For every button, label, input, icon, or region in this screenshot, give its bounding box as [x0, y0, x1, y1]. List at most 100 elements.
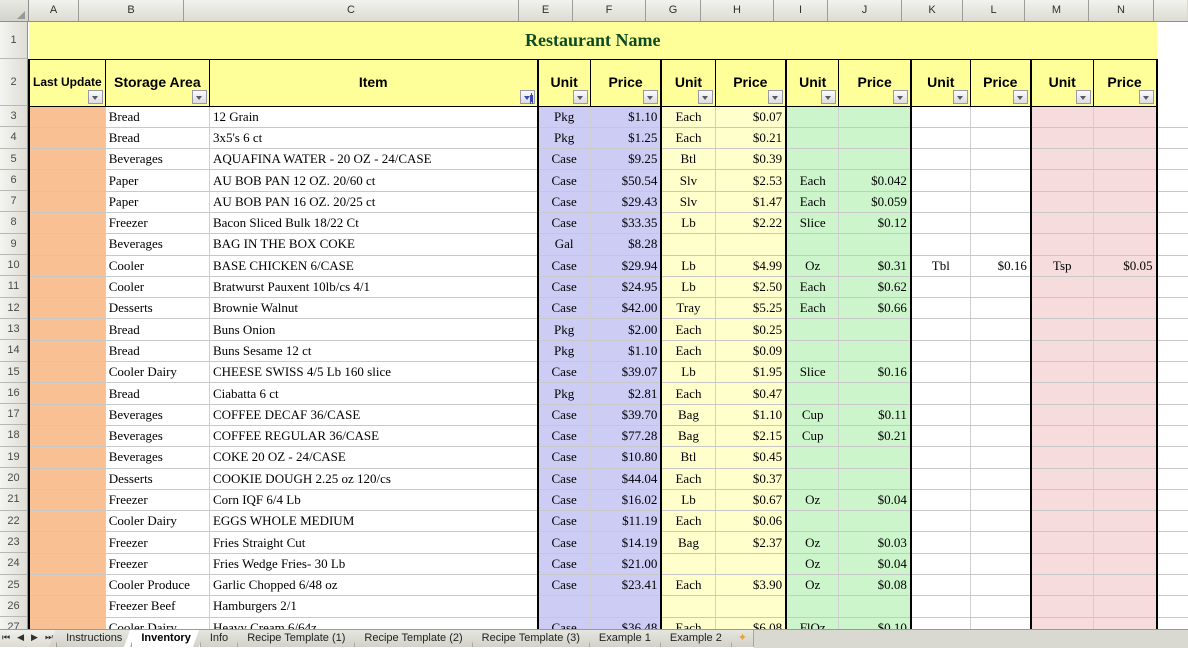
- cell-u2-row-21[interactable]: Lb: [660, 489, 716, 512]
- cell-p4-row-16[interactable]: [970, 382, 1032, 405]
- cell-u5-row-25[interactable]: [1029, 574, 1094, 597]
- row-header-21[interactable]: 21: [0, 489, 27, 511]
- filter-button-last-update[interactable]: [87, 89, 103, 104]
- column-header-N[interactable]: N: [1089, 0, 1154, 21]
- cell-item-row-9[interactable]: BAG IN THE BOX COKE: [209, 233, 539, 256]
- cell-p5-row-3[interactable]: [1093, 106, 1158, 128]
- cell-u1-row-19[interactable]: Case: [536, 446, 591, 469]
- cell-u4-row-11[interactable]: [909, 276, 971, 299]
- column-header-E[interactable]: E: [519, 0, 573, 21]
- cell-u2-row-8[interactable]: Lb: [660, 212, 716, 235]
- cell-u4-row-26[interactable]: [909, 595, 971, 618]
- cell-u2-row-26[interactable]: [660, 595, 716, 618]
- cell-u5-row-10[interactable]: Tsp: [1029, 255, 1094, 277]
- cell-u5-row-4[interactable]: [1029, 127, 1094, 150]
- cell-p1-row-5[interactable]: $9.25: [590, 148, 663, 171]
- select-all-corner[interactable]: [0, 0, 29, 21]
- cell-p1-row-14[interactable]: $1.10: [590, 340, 663, 363]
- cell-item-row-21[interactable]: Corn IQF 6/4 Lb: [209, 489, 539, 512]
- cell-u5-row-6[interactable]: [1029, 169, 1094, 192]
- cell-p2-row-24[interactable]: [715, 553, 788, 576]
- cell-p4-row-25[interactable]: [970, 574, 1032, 597]
- cell-u2-row-22[interactable]: Each: [660, 510, 716, 533]
- cell-u2-row-13[interactable]: Each: [660, 318, 716, 341]
- cell-item-row-18[interactable]: COFFEE REGULAR 36/CASE: [209, 425, 539, 448]
- cell-area-row-17[interactable]: Beverages: [105, 404, 210, 426]
- row-header-23[interactable]: 23: [0, 531, 27, 554]
- new-sheet-tab[interactable]: ✦: [731, 630, 755, 647]
- cell-p4-row-20[interactable]: [970, 468, 1032, 490]
- cell-p5-row-8[interactable]: [1093, 212, 1158, 235]
- row-header-25[interactable]: 25: [0, 574, 27, 596]
- row-header-16[interactable]: 16: [0, 382, 27, 405]
- cell-area-row-4[interactable]: Bread: [105, 127, 210, 150]
- cell-area-row-7[interactable]: Paper: [105, 191, 210, 213]
- cell-last-update-row-4[interactable]: [27, 127, 106, 150]
- cell-area-row-20[interactable]: Desserts: [105, 468, 210, 490]
- cell-p1-row-21[interactable]: $16.02: [590, 489, 663, 512]
- cell-p2-row-14[interactable]: $0.09: [715, 340, 788, 363]
- cell-u3-row-9[interactable]: [785, 233, 840, 256]
- cell-p3-row-15[interactable]: $0.16: [838, 361, 912, 384]
- cell-u2-row-19[interactable]: Btl: [660, 446, 716, 469]
- cell-p3-row-8[interactable]: $0.12: [838, 212, 912, 235]
- cell-p2-row-20[interactable]: $0.37: [715, 468, 788, 490]
- filter-button-unit-2[interactable]: [697, 89, 713, 104]
- cell-u1-row-5[interactable]: Case: [536, 148, 591, 171]
- cell-u3-row-5[interactable]: [785, 148, 840, 171]
- sheet-tab-recipe-template-3[interactable]: Recipe Template (3): [472, 630, 590, 647]
- cell-p2-row-26[interactable]: [715, 595, 788, 618]
- cell-u1-row-21[interactable]: Case: [536, 489, 591, 512]
- cell-u4-row-25[interactable]: [909, 574, 971, 597]
- cell-u1-row-10[interactable]: Case: [536, 255, 591, 277]
- cell-area-row-21[interactable]: Freezer: [105, 489, 210, 512]
- cell-u1-row-23[interactable]: Case: [536, 531, 591, 554]
- cell-last-update-row-10[interactable]: [27, 255, 106, 277]
- cell-u4-row-23[interactable]: [909, 531, 971, 554]
- cell-p1-row-11[interactable]: $24.95: [590, 276, 663, 299]
- cell-area-row-3[interactable]: Bread: [105, 106, 210, 128]
- cell-u4-row-13[interactable]: [909, 318, 971, 341]
- row-header-15[interactable]: 15: [0, 361, 27, 383]
- cell-p1-row-3[interactable]: $1.10: [590, 106, 663, 128]
- cell-u5-row-3[interactable]: [1029, 106, 1094, 128]
- cell-area-row-9[interactable]: Beverages: [105, 233, 210, 256]
- cell-p4-row-12[interactable]: [970, 297, 1032, 320]
- cell-u3-row-17[interactable]: Cup: [785, 404, 840, 426]
- cell-last-update-row-11[interactable]: [27, 276, 106, 299]
- cell-p5-row-4[interactable]: [1093, 127, 1158, 150]
- cell-p2-row-22[interactable]: $0.06: [715, 510, 788, 533]
- cell-last-update-row-15[interactable]: [27, 361, 106, 384]
- cell-item-row-5[interactable]: AQUAFINA WATER - 20 OZ - 24/CASE: [209, 148, 539, 171]
- cell-u2-row-12[interactable]: Tray: [660, 297, 716, 320]
- row-header-22[interactable]: 22: [0, 510, 27, 532]
- row-header-26[interactable]: 26: [0, 595, 27, 618]
- column-header-C[interactable]: C: [184, 0, 519, 21]
- cell-p3-row-18[interactable]: $0.21: [838, 425, 912, 448]
- cell-item-row-23[interactable]: Fries Straight Cut: [209, 531, 539, 554]
- cell-p5-row-7[interactable]: [1093, 191, 1158, 213]
- cell-u3-row-8[interactable]: Slice: [785, 212, 840, 235]
- row-header-5[interactable]: 5: [0, 148, 27, 170]
- cell-p2-row-6[interactable]: $2.53: [715, 169, 788, 192]
- cell-area-row-14[interactable]: Bread: [105, 340, 210, 363]
- cell-p2-row-3[interactable]: $0.07: [715, 106, 788, 128]
- row-header-24[interactable]: 24: [0, 553, 27, 575]
- cell-p1-row-8[interactable]: $33.35: [590, 212, 663, 235]
- cell-p5-row-19[interactable]: [1093, 446, 1158, 469]
- cell-u2-row-17[interactable]: Bag: [660, 404, 716, 426]
- cell-p5-row-25[interactable]: [1093, 574, 1158, 597]
- cell-u5-row-18[interactable]: [1029, 425, 1094, 448]
- cell-last-update-row-25[interactable]: [27, 574, 106, 597]
- cell-u4-row-24[interactable]: [909, 553, 971, 576]
- cell-p1-row-25[interactable]: $23.41: [590, 574, 663, 597]
- cell-p3-row-7[interactable]: $0.059: [838, 191, 912, 213]
- row-header-4[interactable]: 4: [0, 127, 27, 149]
- column-header-I[interactable]: I: [774, 0, 828, 21]
- cell-item-row-14[interactable]: Buns Sesame 12 ct: [209, 340, 539, 363]
- cell-u5-row-9[interactable]: [1029, 233, 1094, 256]
- cell-u4-row-12[interactable]: [909, 297, 971, 320]
- cell-p4-row-24[interactable]: [970, 553, 1032, 576]
- cell-p1-row-17[interactable]: $39.70: [590, 404, 663, 426]
- cell-last-update-row-18[interactable]: [27, 425, 106, 448]
